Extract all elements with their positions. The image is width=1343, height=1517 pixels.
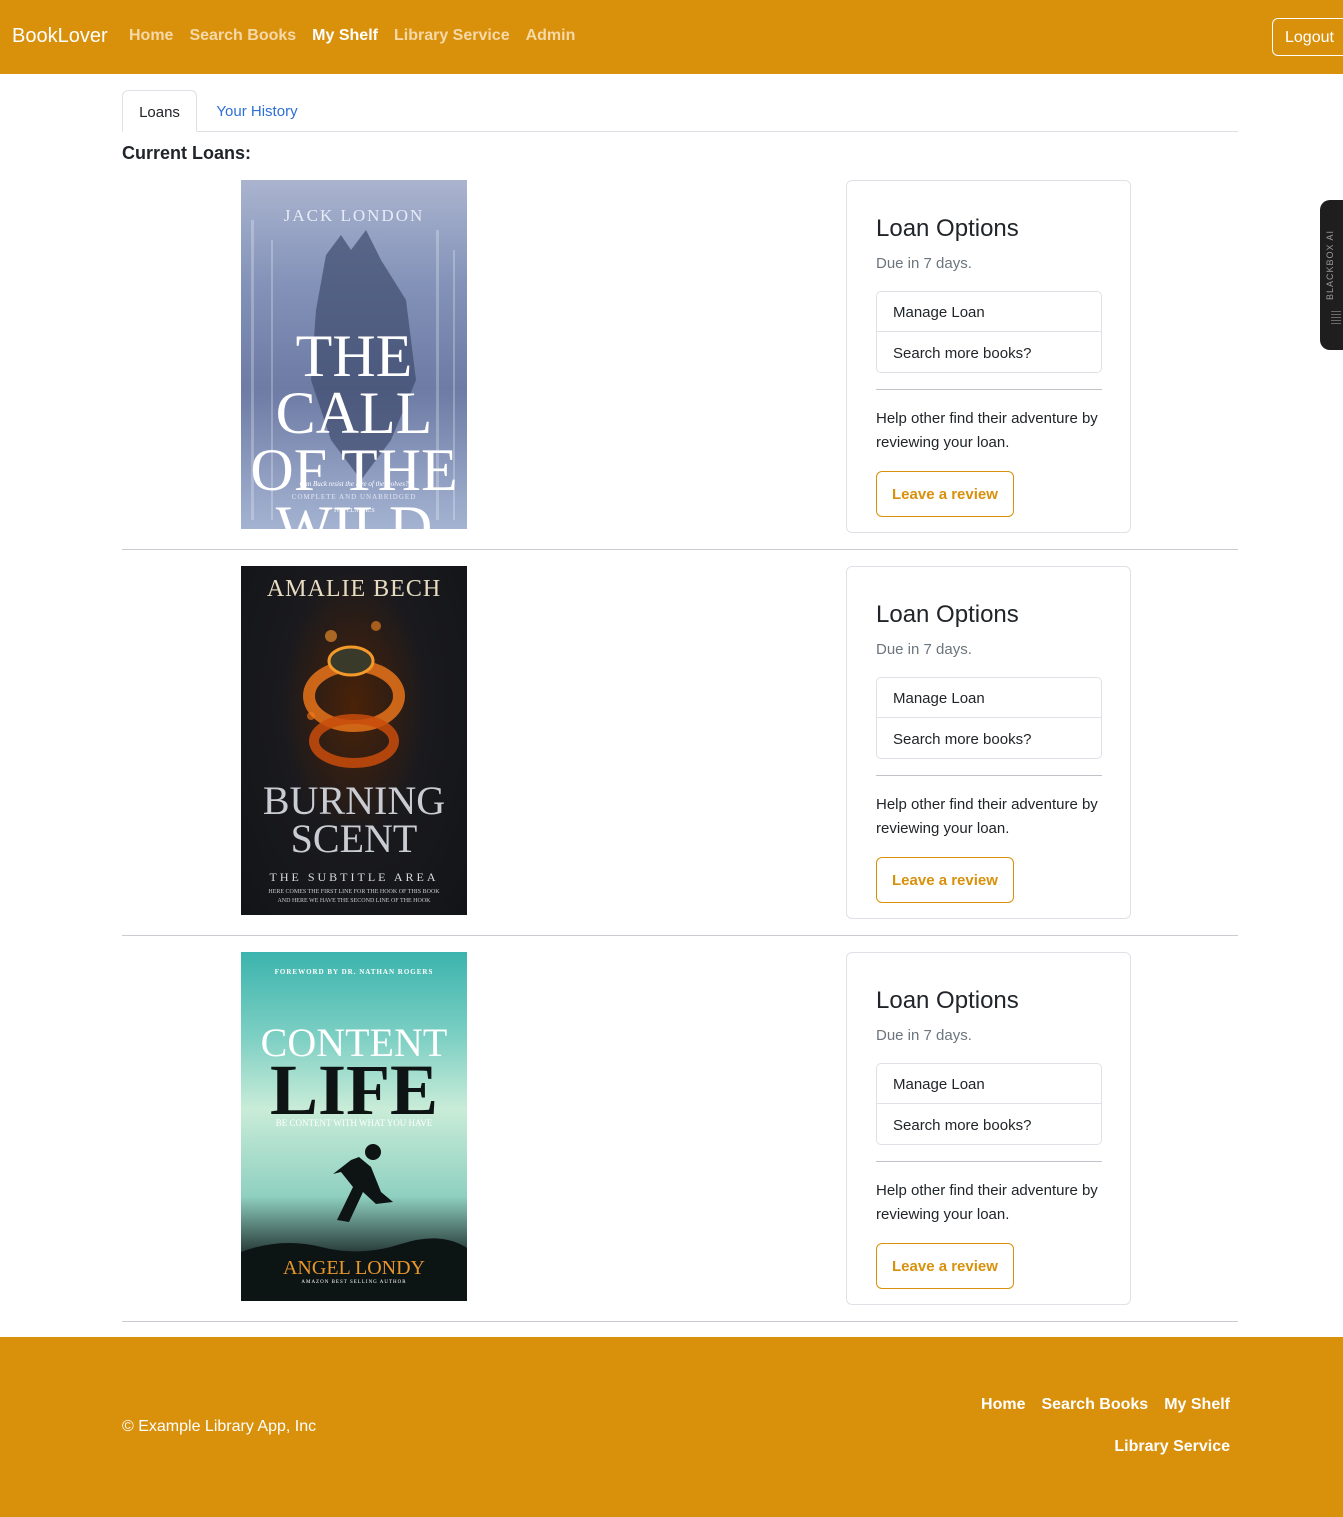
loan-options-card: Loan Options Due in 7 days. Manage Loan … — [846, 180, 1131, 533]
review-help-text: Help other find their adventure by revie… — [876, 410, 1098, 451]
card-title: Loan Options — [876, 987, 1019, 1014]
brand-logo[interactable]: BookLover — [12, 25, 108, 48]
book-cover-image[interactable]: AMALIE BECH BURNING SCENT THE SUBTITLE A… — [241, 566, 467, 915]
loan-action-list: Manage Loan Search more books? — [876, 1063, 1102, 1145]
footer-links-row2: Library Service — [1114, 1438, 1230, 1456]
leave-review-button[interactable]: Leave a review — [876, 857, 1014, 903]
cover-title-line2: LIFE — [269, 1050, 439, 1130]
loan-row: FOREWORD BY DR. NATHAN ROGERS CONTENT LI… — [122, 952, 1238, 1322]
search-more-books-link[interactable]: Search more books? — [877, 1105, 1101, 1145]
section-title: Current Loans: — [122, 143, 252, 163]
tab-your-history[interactable]: Your History — [198, 90, 316, 132]
cover-byline: AMAZON BEST SELLING AUTHOR — [301, 1280, 407, 1285]
loan-action-list: Manage Loan Search more books? — [876, 677, 1102, 759]
cover-edition: COMPLETE AND UNABRIDGED — [291, 493, 417, 501]
due-text: Due in 7 days. — [876, 1027, 972, 1044]
due-text: Due in 7 days. — [876, 255, 972, 272]
search-more-books-link[interactable]: Search more books? — [877, 719, 1101, 759]
book-cover-image[interactable]: JACK LONDON THE CALL OF THE WILD Can Buc… — [241, 180, 467, 529]
tab-loans[interactable]: Loans — [122, 90, 197, 132]
book-cover-image[interactable]: FOREWORD BY DR. NATHAN ROGERS CONTENT LI… — [241, 952, 467, 1301]
footer-link-search-books[interactable]: Search Books — [1041, 1396, 1148, 1414]
cover-author: ANGEL LONDY — [282, 1257, 425, 1279]
leave-review-button[interactable]: Leave a review — [876, 471, 1014, 517]
leave-review-button[interactable]: Leave a review — [876, 1243, 1014, 1289]
cover-foreword: FOREWORD BY DR. NATHAN ROGERS — [274, 968, 434, 976]
divider — [876, 389, 1102, 390]
card-title: Loan Options — [876, 215, 1019, 242]
loan-row: AMALIE BECH BURNING SCENT THE SUBTITLE A… — [122, 566, 1238, 936]
cover-subtitle: THE SUBTITLE AREA — [269, 870, 439, 884]
cover-publisher: TOR CLASSICS — [333, 508, 375, 514]
nav-home[interactable]: Home — [129, 27, 173, 45]
logout-button[interactable]: Logout — [1272, 18, 1343, 56]
card-title: Loan Options — [876, 601, 1019, 628]
review-help-text: Help other find their adventure by revie… — [876, 796, 1098, 837]
nav-search-books[interactable]: Search Books — [189, 27, 296, 45]
cover-author: JACK LONDON — [283, 206, 425, 225]
loan-options-card: Loan Options Due in 7 days. Manage Loan … — [846, 952, 1131, 1305]
loan-row: JACK LONDON THE CALL OF THE WILD Can Buc… — [122, 180, 1238, 550]
nav-links: Home Search Books My Shelf Library Servi… — [129, 27, 575, 45]
cover-author: AMALIE BECH — [266, 576, 442, 602]
blackbox-side-tab[interactable]: BLACKBOX AI — [1320, 200, 1343, 350]
due-text: Due in 7 days. — [876, 641, 972, 658]
cover-blurb: HERE COMES THE FIRST LINE FOR THE HOOK O… — [268, 889, 440, 904]
cover-subtitle: BE CONTENT WITH WHAT YOU HAVE — [275, 1118, 433, 1128]
footer-links: Home Search Books My Shelf — [981, 1396, 1230, 1414]
review-help-text: Help other find their adventure by revie… — [876, 1182, 1098, 1223]
manage-loan-link[interactable]: Manage Loan — [877, 1064, 1101, 1104]
copyright-text: © Example Library App, Inc — [122, 1418, 317, 1435]
loan-action-list: Manage Loan Search more books? — [876, 291, 1102, 373]
nav-my-shelf[interactable]: My Shelf — [312, 27, 378, 45]
footer-link-my-shelf[interactable]: My Shelf — [1164, 1396, 1230, 1414]
footer-link-library-service[interactable]: Library Service — [1114, 1438, 1230, 1456]
cover-title: BURNING SCENT — [262, 778, 446, 861]
nav-admin[interactable]: Admin — [526, 27, 576, 45]
top-navbar: BookLover Home Search Books My Shelf Lib… — [0, 0, 1343, 74]
manage-loan-link[interactable]: Manage Loan — [877, 292, 1101, 332]
nav-library-service[interactable]: Library Service — [394, 27, 510, 45]
divider — [876, 775, 1102, 776]
cover-artwork — [303, 621, 405, 768]
divider — [876, 1161, 1102, 1162]
shelf-tabs: Loans Your History — [122, 90, 1238, 132]
manage-loan-link[interactable]: Manage Loan — [877, 678, 1101, 718]
dots-icon — [1331, 310, 1341, 324]
side-tab-label: BLACKBOX AI — [1325, 229, 1335, 300]
footer: © Example Library App, Inc Home Search B… — [0, 1337, 1343, 1517]
loan-options-card: Loan Options Due in 7 days. Manage Loan … — [846, 566, 1131, 919]
cover-tagline: Can Buck resist the lure of the wolves? — [299, 480, 409, 488]
footer-link-home[interactable]: Home — [981, 1396, 1025, 1414]
search-more-books-link[interactable]: Search more books? — [877, 333, 1101, 373]
